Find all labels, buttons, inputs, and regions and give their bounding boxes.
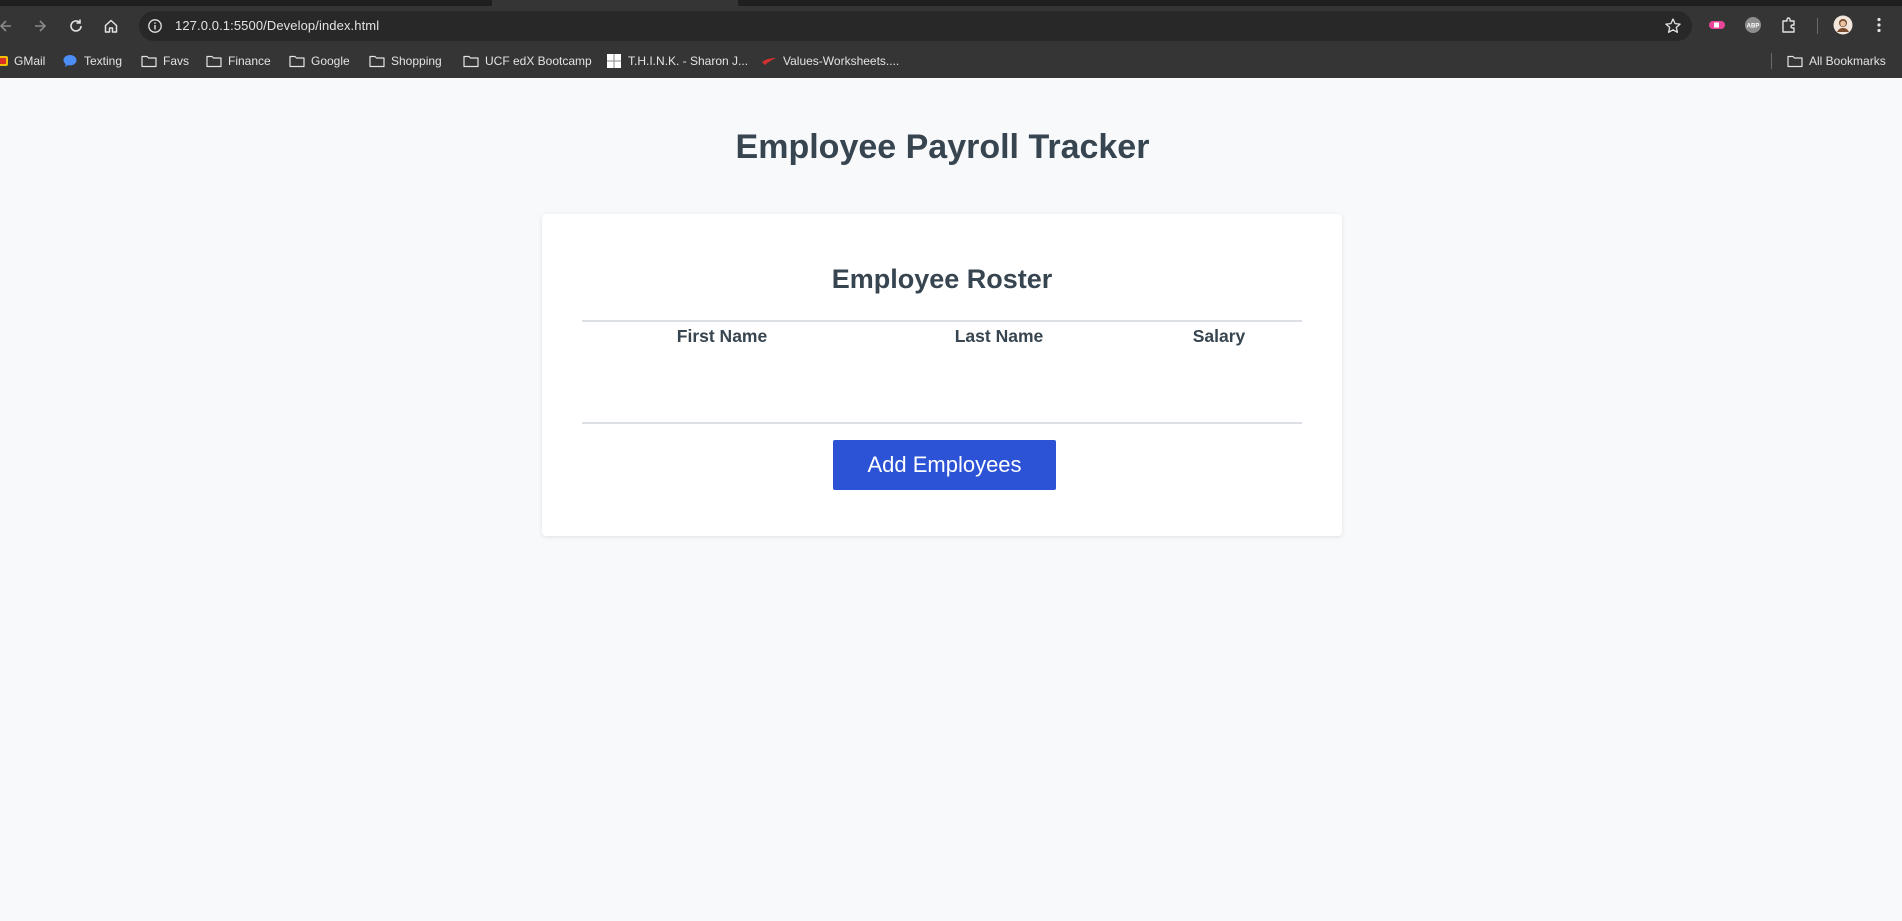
svg-text:ABP: ABP [1747,24,1760,30]
gmail-icon [0,56,8,66]
folder-icon [289,55,305,68]
roster-table: First Name Last Name Salary [582,320,1302,347]
all-bookmarks-label: All Bookmarks [1809,54,1886,68]
bookmark-label: UCF edX Bootcamp [485,54,592,68]
roster-title: Employee Roster [831,264,1053,294]
column-header-salary[interactable]: Salary [1136,321,1302,347]
bookmark-label: Google [311,54,350,68]
roster-card: Employee Roster First Name Last Name Sal… [542,214,1342,536]
bookmark-folder-favs[interactable]: Favs [141,52,189,70]
column-header-first-name[interactable]: First Name [582,321,862,347]
bookmark-folder-ucf-edx[interactable]: UCF edX Bootcamp [463,52,592,70]
adblock-extension-icon[interactable]: ABP [1743,15,1763,35]
bookmark-folder-google[interactable]: Google [289,52,350,70]
messages-icon [63,55,77,67]
folder-icon [141,55,157,68]
table-header-row: First Name Last Name Salary [582,321,1302,347]
bookmark-label: Finance [228,54,271,68]
bookmark-star-icon[interactable] [1664,17,1682,35]
reload-button[interactable] [62,12,90,40]
reload-icon [70,19,82,32]
all-bookmarks-button[interactable]: All Bookmarks [1787,52,1886,70]
bookmark-label: Values-Worksheets.... [783,54,900,68]
bookmark-label: T.H.I.N.K. - Sharon J... [628,54,749,68]
bookmark-folder-finance[interactable]: Finance [206,52,271,70]
address-bar[interactable]: 127.0.0.1:5500/Develop/index.html [139,11,1692,41]
back-arrow-icon [0,20,11,32]
bookmarks-bar: GMail Texting Favs Finance Google Shoppi… [0,44,1902,78]
page-icon [762,58,776,65]
bookmark-label: Favs [163,54,190,68]
site-info-icon[interactable] [147,18,163,34]
bookmark-label: Shopping [391,54,442,68]
browser-menu-button[interactable] [1869,15,1889,35]
folder-icon [369,55,385,68]
forward-button[interactable] [26,12,54,40]
toolbar-separator [1817,18,1818,34]
extension-pink-icon[interactable] [1707,15,1727,35]
bookmark-values-worksheets[interactable]: Values-Worksheets.... [761,52,899,70]
kebab-menu-icon [1877,17,1881,33]
browser-toolbar: 127.0.0.1:5500/Develop/index.html ABP [0,6,1902,44]
page-icon [607,54,621,68]
bookmark-label: GMail [14,54,46,68]
column-header-last-name[interactable]: Last Name [862,321,1136,347]
folder-icon [1787,55,1803,68]
profile-avatar[interactable] [1833,15,1853,35]
folder-icon [206,55,222,68]
table-bottom-border [582,422,1302,424]
forward-arrow-icon [35,20,47,32]
bookmark-folder-shopping[interactable]: Shopping [369,52,442,70]
home-icon [104,19,118,33]
add-employees-button[interactable]: Add Employees [833,440,1056,490]
bookmark-label: Texting [84,54,123,68]
page-title: Employee Payroll Tracker [735,128,1150,166]
back-button[interactable] [0,12,20,40]
bookmarks-separator [1771,53,1772,69]
page-content: Employee Payroll Tracker Employee Roster… [0,78,1902,921]
home-button[interactable] [97,12,125,40]
bookmark-think[interactable]: T.H.I.N.K. - Sharon J... [606,52,748,70]
url-text[interactable]: 127.0.0.1:5500/Develop/index.html [175,18,379,33]
bookmark-gmail[interactable]: GMail [0,52,45,70]
extensions-puzzle-icon[interactable] [1779,15,1799,35]
folder-icon [463,55,479,68]
bookmark-texting[interactable]: Texting [62,52,122,70]
